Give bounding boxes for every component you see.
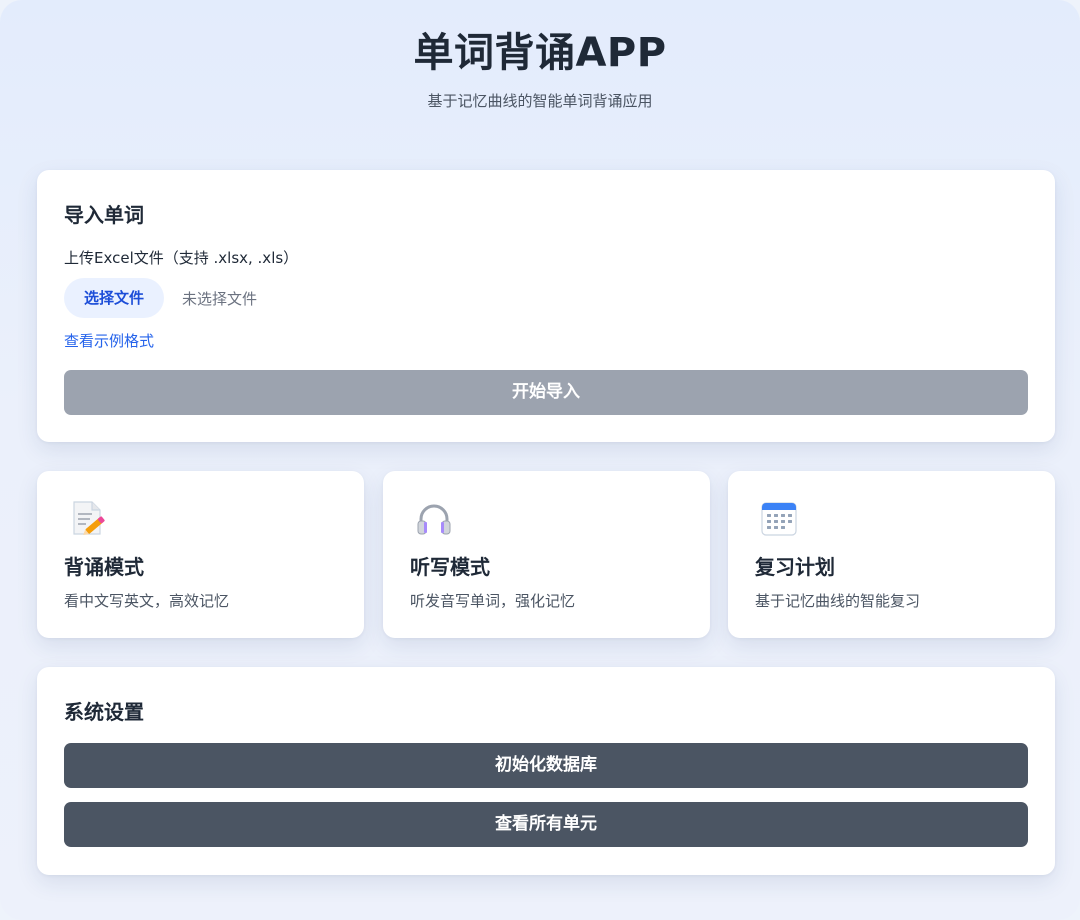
import-heading: 导入单词	[64, 203, 144, 227]
memo-pencil-icon	[68, 498, 108, 538]
import-card: 导入单词 上传Excel文件（支持 .xlsx, .xls） 选择文件 未选择文…	[37, 170, 1055, 442]
view-all-units-button[interactable]: 查看所有单元	[64, 802, 1028, 847]
page-title: 单词背诵APP	[413, 30, 667, 76]
page-subtitle: 基于记忆曲线的智能单词背诵应用	[427, 92, 653, 110]
mode-title: 背诵模式	[64, 555, 144, 579]
mode-title: 复习计划	[755, 555, 835, 579]
review-plan-card[interactable]: 复习计划 基于记忆曲线的智能复习	[728, 471, 1055, 638]
choose-file-button[interactable]: 选择文件	[64, 278, 164, 318]
app-window: 单词背诵APP 基于记忆曲线的智能单词背诵应用 导入单词 上传Excel文件（支…	[0, 0, 1080, 920]
settings-card: 系统设置 初始化数据库 查看所有单元	[37, 667, 1055, 875]
calendar-icon	[759, 498, 799, 538]
recite-mode-card[interactable]: 背诵模式 看中文写英文，高效记忆	[37, 471, 364, 638]
sample-format-link[interactable]: 查看示例格式	[64, 330, 154, 351]
upload-label: 上传Excel文件（支持 .xlsx, .xls）	[64, 249, 299, 267]
settings-heading: 系统设置	[64, 700, 144, 724]
init-database-button[interactable]: 初始化数据库	[64, 743, 1028, 788]
no-file-text: 未选择文件	[182, 290, 258, 308]
dictation-mode-card[interactable]: 听写模式 听发音写单词，强化记忆	[383, 471, 710, 638]
headphones-icon	[414, 498, 454, 538]
mode-description: 基于记忆曲线的智能复习	[755, 592, 921, 610]
start-import-button[interactable]: 开始导入	[64, 370, 1028, 415]
mode-description: 听发音写单词，强化记忆	[410, 592, 576, 610]
mode-description: 看中文写英文，高效记忆	[64, 592, 230, 610]
mode-title: 听写模式	[410, 555, 490, 579]
